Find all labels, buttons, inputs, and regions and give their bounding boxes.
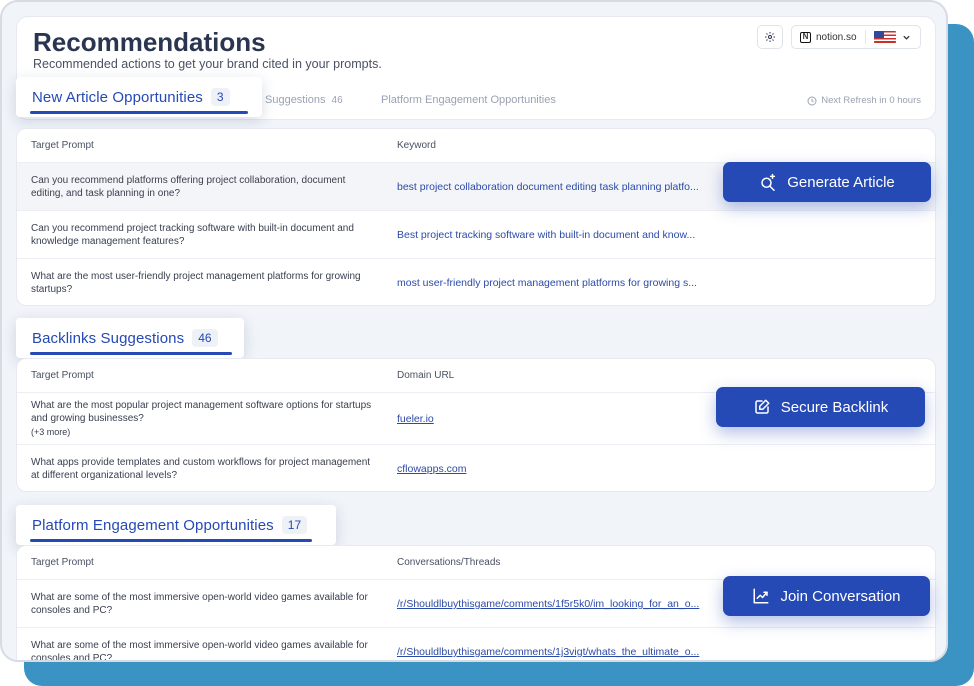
trend-chart-icon	[753, 588, 769, 604]
gear-icon	[765, 32, 775, 42]
tab-new-article-opportunities[interactable]: New Article Opportunities 3	[16, 77, 262, 117]
tab-label: Platform Engagement Opportunities	[32, 516, 274, 534]
column-header: Target Prompt	[31, 557, 94, 568]
us-flag-icon	[873, 31, 896, 43]
more-count[interactable]: (+3 more)	[31, 426, 376, 439]
generate-article-label: Generate Article	[787, 173, 895, 191]
refresh-status: Next Refresh in 0 hours	[807, 95, 921, 106]
tab-count: 17	[281, 516, 308, 534]
domain-label: notion.so	[816, 31, 857, 43]
page-title: Recommendations	[33, 27, 266, 57]
column-header: Keyword	[397, 140, 436, 151]
generate-article-button[interactable]: Generate Article	[723, 162, 931, 202]
prompt-text: What apps provide templates and custom w…	[31, 457, 371, 481]
thread-link[interactable]: /r/Shouldlbuythisgame/comments/1j3vigt/w…	[397, 646, 722, 658]
tab-label: Platform Engagement Opportunities	[381, 94, 556, 106]
domain-selector[interactable]: N notion.so	[791, 25, 921, 49]
thread-link[interactable]: /r/Shouldlbuythisgame/comments/1f5r5k0/i…	[397, 598, 722, 610]
prompt-text: What are some of the most immersive open…	[31, 592, 368, 616]
tab-label: Backlinks Suggestions	[32, 329, 185, 347]
keyword-text: most user-friendly project management pl…	[397, 277, 697, 289]
domain-link[interactable]: fueler.io	[397, 413, 722, 425]
notion-logo-icon: N	[800, 31, 811, 43]
column-header: Target Prompt	[31, 370, 94, 381]
tab-platform-engagement-opportunities[interactable]: Platform Engagement Opportunities 17	[16, 505, 336, 545]
app-window: Recommendations Recommended actions to g…	[0, 0, 948, 662]
active-tab-indicator	[30, 352, 232, 355]
clock-icon	[807, 95, 817, 106]
table-row[interactable]: Can you recommend project tracking softw…	[17, 210, 935, 258]
join-conversation-label: Join Conversation	[780, 587, 901, 605]
keyword-text: Best project tracking software with buil…	[397, 229, 696, 241]
tab-count: 46	[192, 329, 218, 347]
divider	[864, 30, 866, 44]
tab-label: New Article Opportunities	[32, 88, 203, 106]
column-header: Conversations/Threads	[397, 557, 501, 568]
secure-backlink-button[interactable]: Secure Backlink	[716, 387, 925, 427]
refresh-text: Next Refresh in 0 hours	[821, 95, 921, 106]
column-header: Target Prompt	[31, 140, 94, 151]
tab-count: 3	[210, 88, 230, 106]
tab-backlinks-suggestions[interactable]: Backlinks Suggestions 46	[16, 318, 244, 358]
domain-link[interactable]: cflowapps.com	[397, 463, 722, 475]
chevron-down-icon	[902, 35, 910, 40]
secure-backlink-label: Secure Backlink	[780, 398, 889, 416]
prompt-text: What are the most popular project manage…	[31, 400, 372, 424]
prompt-text: What are the most user-friendly project …	[31, 271, 361, 295]
tab-label: Suggestions	[265, 94, 326, 106]
search-sparkle-icon	[761, 173, 776, 191]
tab-count: 46	[331, 94, 343, 106]
edit-square-icon	[754, 399, 770, 414]
settings-button[interactable]	[757, 25, 783, 49]
table-row[interactable]: What apps provide templates and custom w…	[17, 444, 935, 491]
column-header: Domain URL	[397, 370, 455, 381]
table-row[interactable]: What are some of the most immersive open…	[17, 627, 935, 662]
table-row[interactable]: What are the most user-friendly project …	[17, 258, 935, 305]
tab-platform-engagement[interactable]: Platform Engagement Opportunities	[381, 94, 556, 106]
keyword-text: best project collaboration document edit…	[397, 181, 699, 193]
tab-suggestions[interactable]: Suggestions 46	[265, 94, 343, 106]
prompt-text: Can you recommend platforms offering pro…	[31, 175, 346, 199]
active-tab-indicator	[30, 111, 248, 114]
join-conversation-button[interactable]: Join Conversation	[723, 576, 930, 616]
prompt-text: What are some of the most immersive open…	[31, 640, 368, 662]
active-tab-indicator	[30, 539, 312, 542]
page-subtitle: Recommended actions to get your brand ci…	[33, 57, 382, 71]
article-opportunities-panel: Target Prompt Keyword Can you recommend …	[16, 128, 936, 306]
prompt-text: Can you recommend project tracking softw…	[31, 223, 354, 247]
